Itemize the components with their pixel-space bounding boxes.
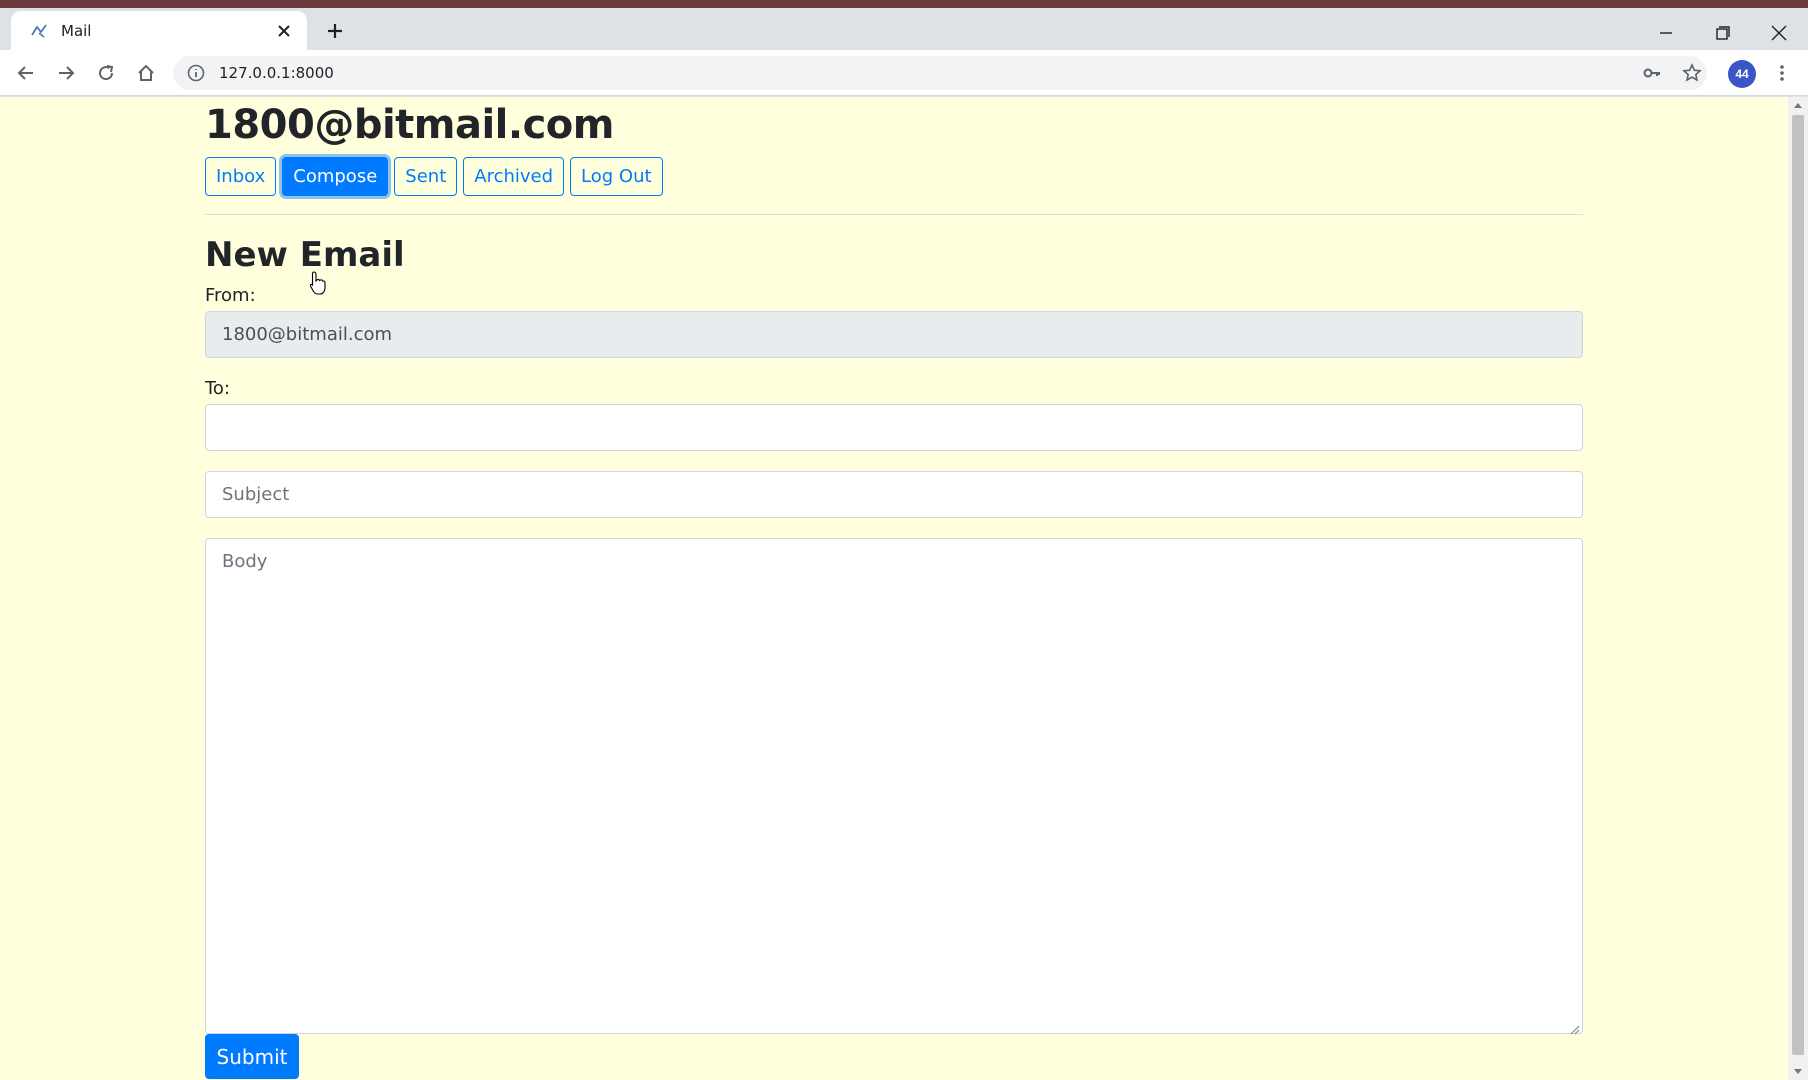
close-icon[interactable] — [273, 20, 295, 42]
plus-icon[interactable] — [320, 16, 350, 46]
mail-nav: Inbox Compose Sent Archived Log Out — [205, 157, 1583, 196]
resize-handle-icon[interactable] — [1568, 1019, 1580, 1035]
tab-bar: Mail — [0, 8, 1808, 50]
star-icon[interactable] — [1677, 58, 1707, 88]
page-viewport: 1800@bitmail.com Inbox Compose Sent Arch… — [0, 97, 1808, 1080]
scroll-thumb[interactable] — [1792, 115, 1804, 1055]
home-icon[interactable] — [130, 57, 162, 89]
submit-button[interactable]: Submit — [205, 1034, 299, 1079]
info-icon[interactable] — [187, 64, 205, 82]
address-bar[interactable]: 127.0.0.1:8000 — [173, 56, 1707, 90]
key-icon[interactable] — [1637, 58, 1667, 88]
minimize-icon[interactable] — [1646, 18, 1686, 48]
to-label: To: — [205, 378, 231, 399]
sent-button[interactable]: Sent — [394, 157, 458, 196]
inbox-button[interactable]: Inbox — [205, 157, 277, 196]
compose-button[interactable]: Compose — [282, 157, 389, 196]
browser-toolbar: 127.0.0.1:8000 44 — [0, 50, 1808, 96]
to-field[interactable] — [205, 404, 1583, 451]
tab-mail[interactable]: Mail — [11, 11, 307, 50]
mail-favicon-icon — [29, 21, 49, 41]
mail-app: 1800@bitmail.com Inbox Compose Sent Arch… — [205, 97, 1583, 1079]
account-email: 1800@bitmail.com — [205, 102, 614, 148]
from-value: 1800@bitmail.com — [222, 324, 393, 345]
page-scrollbar[interactable] — [1788, 97, 1808, 1080]
from-field: 1800@bitmail.com — [205, 311, 1583, 358]
restore-icon[interactable] — [1703, 18, 1743, 48]
window-close-icon[interactable] — [1759, 18, 1799, 48]
divider — [205, 214, 1583, 215]
archived-button[interactable]: Archived — [463, 157, 565, 196]
subject-field[interactable]: Subject — [205, 471, 1583, 518]
back-arrow-icon[interactable] — [10, 57, 42, 89]
body-placeholder: Body — [222, 551, 268, 572]
mouse-cursor-icon — [309, 271, 327, 295]
url-text: 127.0.0.1:8000 — [219, 64, 334, 82]
kebab-menu-icon[interactable] — [1770, 58, 1794, 88]
page-title: New Email — [205, 235, 405, 275]
logout-button[interactable]: Log Out — [570, 157, 663, 196]
reload-icon[interactable] — [90, 57, 122, 89]
subject-placeholder: Subject — [222, 484, 290, 505]
forward-arrow-icon[interactable] — [50, 57, 82, 89]
scroll-up-icon[interactable] — [1788, 97, 1808, 113]
tab-title: Mail — [61, 21, 92, 40]
window-top-accent — [0, 0, 1808, 8]
profile-avatar[interactable]: 44 — [1728, 60, 1756, 88]
from-label: From: — [205, 285, 256, 306]
body-field[interactable]: Body — [205, 538, 1583, 1035]
scroll-down-icon[interactable] — [1788, 1064, 1808, 1080]
